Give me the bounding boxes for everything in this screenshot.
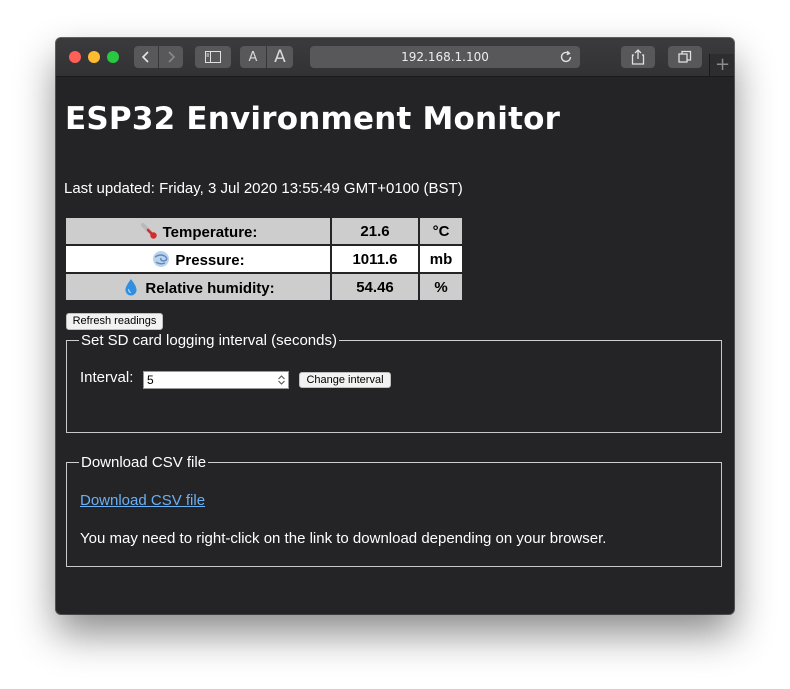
interval-input[interactable]: 5 xyxy=(143,371,289,389)
download-csv-fieldset: Download CSV file Download CSV file You … xyxy=(66,454,722,567)
address-text: 192.168.1.100 xyxy=(401,50,489,64)
tabs-icon xyxy=(678,50,692,63)
share-button[interactable] xyxy=(621,46,655,68)
table-row: Relative humidity: 54.46 % xyxy=(66,274,462,300)
reading-label: Pressure: xyxy=(175,251,245,269)
sidebar-toggle-button[interactable] xyxy=(195,46,231,68)
forward-button[interactable] xyxy=(159,46,183,68)
download-csv-link[interactable]: Download CSV file xyxy=(80,492,205,509)
table-row: Pressure: 1011.6 mb xyxy=(66,246,462,272)
interval-value: 5 xyxy=(147,373,154,387)
temperature-value: 21.6 xyxy=(332,218,418,244)
share-icon xyxy=(631,49,645,65)
pressure-value: 1011.6 xyxy=(332,246,418,272)
pressure-unit: mb xyxy=(420,246,462,272)
chevron-right-icon xyxy=(168,51,176,63)
page-title: ESP32 Environment Monitor xyxy=(65,101,561,137)
close-window-button[interactable] xyxy=(69,51,81,63)
reading-label: Temperature: xyxy=(162,223,258,241)
browser-toolbar: A A 192.168.1.100 + xyxy=(56,38,734,77)
chevron-left-icon xyxy=(141,51,149,63)
larger-text-button[interactable]: A xyxy=(267,46,293,68)
back-button[interactable] xyxy=(134,46,158,68)
change-interval-button[interactable]: Change interval xyxy=(299,372,391,388)
interval-label: Interval: xyxy=(80,369,134,386)
logging-interval-legend: Set SD card logging interval (seconds) xyxy=(81,332,337,349)
droplet-icon xyxy=(125,278,137,295)
last-updated-text: Last updated: Friday, 3 Jul 2020 13:55:4… xyxy=(64,180,463,197)
pressure-label-cell: Pressure: xyxy=(66,246,330,272)
reload-icon[interactable] xyxy=(559,50,573,64)
temperature-unit: °C xyxy=(420,218,462,244)
sidebar-icon xyxy=(205,51,221,63)
smaller-text-button[interactable]: A xyxy=(240,46,266,68)
logging-interval-fieldset: Set SD card logging interval (seconds) I… xyxy=(66,332,722,433)
thermometer-icon xyxy=(140,222,157,239)
download-note-text: You may need to right-click on the link … xyxy=(80,530,607,547)
humidity-value: 54.46 xyxy=(332,274,418,300)
show-tabs-button[interactable] xyxy=(668,46,702,68)
humidity-label-cell: Relative humidity: xyxy=(66,274,330,300)
readings-table: Temperature: 21.6 °C Pressure: 1011.6 mb… xyxy=(64,216,464,302)
humidity-unit: % xyxy=(420,274,462,300)
new-tab-button[interactable]: + xyxy=(709,54,734,76)
minimize-window-button[interactable] xyxy=(88,51,100,63)
page-content: ESP32 Environment Monitor Last updated: … xyxy=(56,76,734,614)
address-bar[interactable]: 192.168.1.100 xyxy=(310,46,580,68)
table-row: Temperature: 21.6 °C xyxy=(66,218,462,244)
reading-label: Relative humidity: xyxy=(145,279,275,297)
stepper-arrows-icon[interactable] xyxy=(277,374,286,386)
zoom-window-button[interactable] xyxy=(107,51,119,63)
temperature-label-cell: Temperature: xyxy=(66,218,330,244)
download-csv-legend: Download CSV file xyxy=(81,454,207,471)
wind-icon xyxy=(153,250,170,267)
browser-window: A A 192.168.1.100 + ESP32 Environment Mo… xyxy=(56,38,734,614)
refresh-readings-button[interactable]: Refresh readings xyxy=(66,313,163,330)
